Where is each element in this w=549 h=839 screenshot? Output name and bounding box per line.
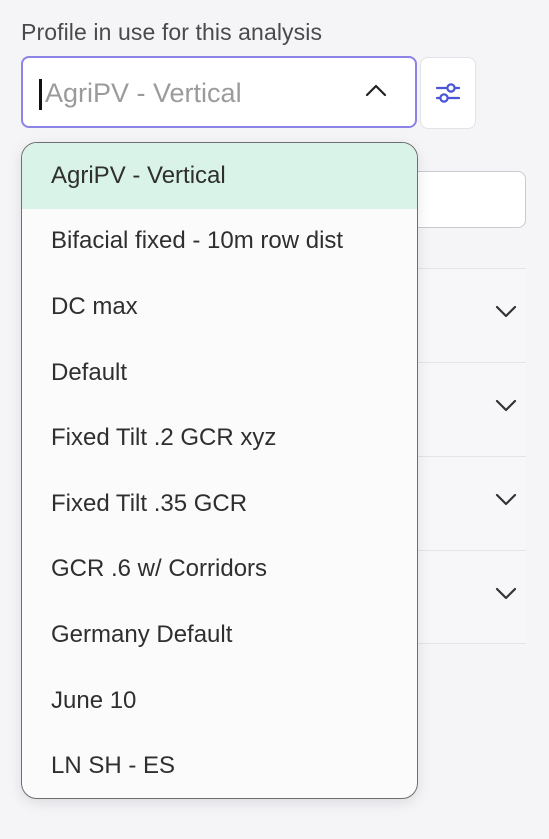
chevron-down-icon <box>495 493 517 506</box>
chevron-down-icon <box>495 587 517 600</box>
dropdown-option[interactable]: GCR .6 w/ Corridors <box>22 537 417 603</box>
dropdown-option[interactable]: Bifacial fixed - 10m row dist <box>22 209 417 275</box>
dropdown-option[interactable]: Fixed Tilt .35 GCR <box>22 471 417 537</box>
chevron-down-icon <box>495 305 517 318</box>
text-cursor <box>39 79 42 110</box>
profile-select-value: AgriPV - Vertical <box>45 78 242 108</box>
dropdown-option[interactable]: AgriPV - Vertical <box>22 143 417 209</box>
dropdown-option[interactable]: Fixed Tilt .2 GCR xyz <box>22 405 417 471</box>
dropdown-option[interactable]: Germany Default <box>22 602 417 668</box>
profile-settings-button[interactable] <box>420 57 476 129</box>
dropdown-option[interactable]: June 10 <box>22 668 417 734</box>
chevron-up-icon[interactable] <box>365 83 387 97</box>
profile-select[interactable]: AgriPV - Vertical <box>21 56 417 128</box>
dropdown-option[interactable]: LN SH - ES <box>22 733 417 798</box>
sliders-icon <box>435 83 461 103</box>
dropdown-option[interactable]: Default <box>22 340 417 406</box>
dropdown-option[interactable]: DC max <box>22 274 417 340</box>
profile-dropdown-menu: AgriPV - Vertical Bifacial fixed - 10m r… <box>21 142 418 799</box>
profile-label: Profile in use for this analysis <box>21 19 323 45</box>
chevron-down-icon <box>495 399 517 412</box>
